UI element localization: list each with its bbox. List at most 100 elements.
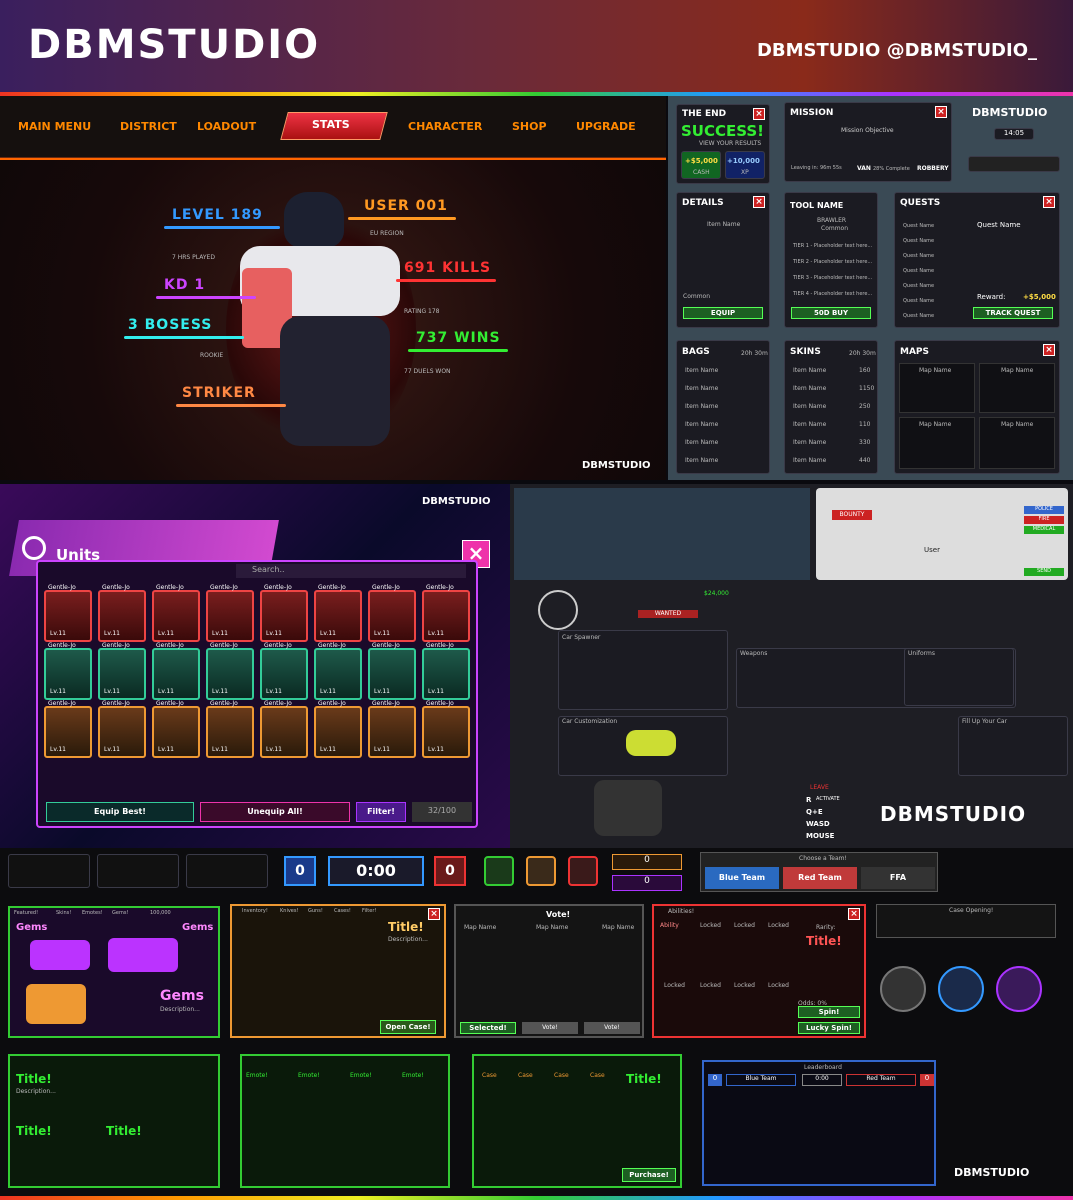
locked-slot[interactable]: Locked (734, 922, 755, 929)
unit-card[interactable]: Gentle-Jo Lv.11 (368, 584, 416, 642)
close-icon[interactable]: × (753, 108, 765, 120)
tab-inventory[interactable]: Inventory! (242, 908, 268, 914)
close-icon[interactable]: × (848, 908, 860, 920)
unit-card[interactable]: Gentle-Jo Lv.11 (206, 700, 254, 758)
unit-card[interactable]: Gentle-Jo Lv.11 (98, 584, 146, 642)
bag-item[interactable]: Item Name (685, 439, 718, 446)
vote-button[interactable]: Vote! (522, 1022, 578, 1034)
emote-item[interactable]: Emote! (402, 1072, 424, 1079)
unit-card[interactable]: Gentle-Jo Lv.11 (314, 642, 362, 700)
nav-loadout[interactable]: LOADOUT (197, 120, 256, 133)
case-item[interactable]: Case (590, 1072, 605, 1079)
emote-item[interactable]: Emote! (298, 1072, 320, 1079)
medical-button[interactable]: MEDICAL (1024, 526, 1064, 534)
equip-button[interactable]: EQUIP (683, 307, 763, 319)
fire-button[interactable]: FIRE (1024, 516, 1064, 524)
tier-row[interactable]: TIER 4 - Placeholder text here... (793, 291, 872, 297)
unit-card[interactable]: Gentle-Jo Lv.11 (422, 642, 470, 700)
ability-icon[interactable] (996, 966, 1042, 1012)
backpack-icon[interactable] (526, 856, 556, 886)
locked-slot[interactable]: Locked (768, 982, 789, 989)
quest-row[interactable]: Quest Name (903, 298, 934, 304)
quest-row[interactable]: Quest Name (903, 313, 934, 319)
close-icon[interactable]: × (1043, 196, 1055, 208)
tab-featured[interactable]: Featured! (14, 910, 38, 916)
spin-button[interactable]: Spin! (798, 1006, 860, 1018)
bag-item[interactable]: Item Name (685, 385, 718, 392)
locked-slot[interactable]: Locked (768, 922, 789, 929)
bag-item[interactable]: Item Name (685, 421, 718, 428)
emote-item[interactable]: Emote! (246, 1072, 268, 1079)
track-quest-button[interactable]: TRACK QUEST (973, 307, 1053, 319)
skin-item[interactable]: Item Name (793, 367, 826, 374)
tab-filter[interactable]: Filter! (362, 908, 376, 914)
tab-guns[interactable]: Guns! (308, 908, 323, 914)
selected-button[interactable]: Selected! (460, 1022, 516, 1034)
unit-card[interactable]: Gentle-Jo Lv.11 (206, 642, 254, 700)
unit-card[interactable]: Gentle-Jo Lv.11 (206, 584, 254, 642)
skin-item[interactable]: Item Name (793, 421, 826, 428)
unit-card[interactable]: Gentle-Jo Lv.11 (260, 584, 308, 642)
unit-card[interactable]: Gentle-Jo Lv.11 (368, 642, 416, 700)
blue-team-button[interactable]: Blue Team (705, 867, 779, 889)
buy-button[interactable]: 50D BUY (791, 307, 871, 319)
equip-best-button[interactable]: Equip Best! (46, 802, 194, 822)
case-item[interactable]: Case (482, 1072, 497, 1079)
tab-cases[interactable]: Cases! (334, 908, 351, 914)
tier-row[interactable]: TIER 3 - Placeholder text here... (793, 275, 872, 281)
ffa-button[interactable]: FFA (861, 867, 935, 889)
case-item[interactable]: Case (554, 1072, 569, 1079)
close-icon[interactable]: × (753, 196, 765, 208)
unit-card[interactable]: Gentle-Jo Lv.11 (44, 642, 92, 700)
quest-row[interactable]: Quest Name (903, 223, 934, 229)
locked-slot[interactable]: Locked (664, 982, 685, 989)
vote-button[interactable]: Vote! (584, 1022, 640, 1034)
send-button[interactable]: SEND (1024, 568, 1064, 576)
boost-icon[interactable] (568, 856, 598, 886)
quest-row[interactable]: Quest Name (903, 283, 934, 289)
unit-card[interactable]: Gentle-Jo Lv.11 (422, 584, 470, 642)
unit-card[interactable]: Gentle-Jo Lv.11 (422, 700, 470, 758)
unit-card[interactable]: Gentle-Jo Lv.11 (152, 700, 200, 758)
skin-item[interactable]: Item Name (793, 457, 826, 464)
tier-row[interactable]: TIER 1 - Placeholder text here... (793, 243, 872, 249)
close-icon[interactable]: × (935, 106, 947, 118)
tab-gems[interactable]: Gems! (112, 910, 128, 916)
case-item[interactable]: Case (518, 1072, 533, 1079)
nav-district[interactable]: DISTRICT (120, 120, 177, 133)
tab-knives[interactable]: Knives! (280, 908, 298, 914)
skin-item[interactable]: Item Name (793, 403, 826, 410)
open-case-button[interactable]: Open Case! (380, 1020, 436, 1034)
tier-row[interactable]: TIER 2 - Placeholder text here... (793, 259, 872, 265)
purchase-button[interactable]: Purchase! (622, 1168, 676, 1182)
locked-slot[interactable]: Locked (734, 982, 755, 989)
filter-button[interactable]: Filter! (356, 802, 406, 822)
bag-item[interactable]: Item Name (685, 457, 718, 464)
quest-row[interactable]: Quest Name (903, 238, 934, 244)
bag-item[interactable]: Item Name (685, 403, 718, 410)
unit-card[interactable]: Gentle-Jo Lv.11 (44, 700, 92, 758)
unit-card[interactable]: Gentle-Jo Lv.11 (314, 700, 362, 758)
nav-main-menu[interactable]: MAIN MENU (18, 120, 91, 133)
lucky-spin-button[interactable]: Lucky Spin! (798, 1022, 860, 1034)
unit-card[interactable]: Gentle-Jo Lv.11 (314, 584, 362, 642)
unit-card[interactable]: Gentle-Jo Lv.11 (152, 642, 200, 700)
quest-row[interactable]: Quest Name (903, 268, 934, 274)
unit-card[interactable]: Gentle-Jo Lv.11 (260, 642, 308, 700)
tab-emotes[interactable]: Emotes! (82, 910, 103, 916)
quest-row[interactable]: Quest Name (903, 253, 934, 259)
unit-card[interactable]: Gentle-Jo Lv.11 (98, 642, 146, 700)
skin-item[interactable]: Item Name (793, 385, 826, 392)
locked-slot[interactable]: Locked (700, 922, 721, 929)
basket-icon[interactable] (484, 856, 514, 886)
unit-card[interactable]: Gentle-Jo Lv.11 (260, 700, 308, 758)
unit-card[interactable]: Gentle-Jo Lv.11 (368, 700, 416, 758)
nav-character[interactable]: CHARACTER (408, 120, 482, 133)
emote-item[interactable]: Emote! (350, 1072, 372, 1079)
unit-card[interactable]: Gentle-Jo Lv.11 (152, 584, 200, 642)
unit-card[interactable]: Gentle-Jo Lv.11 (98, 700, 146, 758)
police-button[interactable]: POLICE (1024, 506, 1064, 514)
nav-shop[interactable]: SHOP (512, 120, 547, 133)
locked-slot[interactable]: Locked (700, 982, 721, 989)
tab-skins[interactable]: Skins! (56, 910, 71, 916)
